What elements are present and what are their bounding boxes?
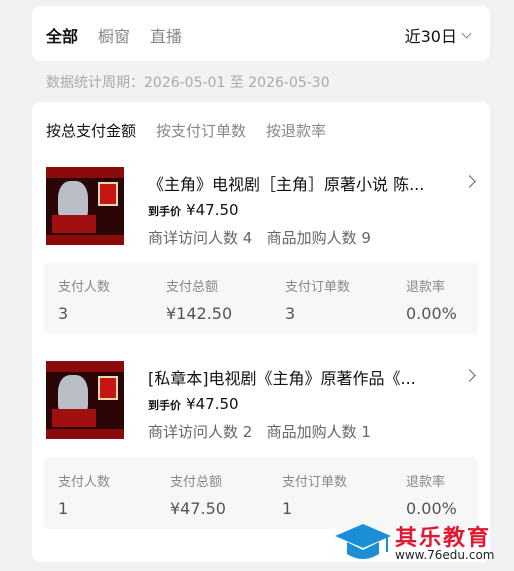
chevron-right-icon[interactable] [463, 175, 476, 188]
graduation-cap-icon [335, 524, 391, 559]
product-metrics: 商详访问人数 2 商品加购人数 1 [148, 421, 371, 442]
price-value: ¥47.50 [186, 395, 239, 413]
product-price: 到手价 ¥47.50 [148, 394, 239, 413]
sort-by-total-amount[interactable]: 按总支付金额 [46, 120, 136, 141]
sort-by-order-count[interactable]: 按支付订单数 [156, 120, 246, 141]
product-title: 《主角》电视剧［主角］原著小说 陈... [148, 175, 425, 194]
sort-by-refund-rate[interactable]: 按退款率 [266, 120, 326, 141]
price-value: ¥47.50 [186, 201, 239, 219]
chevron-right-icon[interactable] [463, 369, 476, 382]
stat-period: 数据统计周期：2026-05-01 至 2026-05-30 [46, 75, 330, 91]
stat-total-paid: 支付总额 ¥142.50 [166, 280, 233, 323]
product-thumbnail [46, 361, 124, 439]
tab-live[interactable]: 直播 [150, 23, 182, 47]
channel-tabs: 全部 橱窗 直播 [46, 23, 202, 47]
stat-payers: 支付人数 1 [58, 475, 111, 518]
sort-tabs: 按总支付金额 按支付订单数 按退款率 [46, 120, 346, 141]
date-range-label: 近30日 [404, 27, 457, 46]
stat-orders: 支付订单数 3 [285, 280, 351, 323]
tab-showcase[interactable]: 橱窗 [98, 23, 130, 47]
filter-card: 全部 橱窗 直播 近30日 [32, 6, 490, 61]
product-price: 到手价 ¥47.50 [148, 200, 239, 219]
product-ranking-card: 按总支付金额 按支付订单数 按退款率 《主角》电视剧［主角］原著小说 陈... … [32, 102, 490, 562]
stat-refund-rate: 退款率 0.00% [406, 475, 457, 518]
watermark-logo: 其乐教育 www.76edu.com [331, 518, 514, 568]
tab-all[interactable]: 全部 [46, 23, 78, 47]
watermark-url: www.76edu.com [395, 548, 495, 562]
date-range-dropdown[interactable]: 近30日 [404, 23, 472, 47]
price-label: 到手价 [148, 399, 181, 412]
stat-payers: 支付人数 3 [58, 280, 111, 323]
stat-total-paid: 支付总额 ¥47.50 [170, 475, 226, 518]
price-label: 到手价 [148, 205, 181, 218]
stat-orders: 支付订单数 1 [282, 475, 348, 518]
add-cart-users: 商品加购人数 9 [266, 229, 371, 247]
chevron-down-icon [461, 28, 472, 38]
product-metrics: 商详访问人数 4 商品加购人数 9 [148, 227, 371, 248]
detail-visitors: 商详访问人数 2 [148, 423, 253, 441]
add-cart-users: 商品加购人数 1 [266, 423, 371, 441]
product-stats: 支付人数 3 支付总额 ¥142.50 支付订单数 3 退款率 0.00% [44, 262, 478, 334]
detail-visitors: 商详访问人数 4 [148, 229, 253, 247]
product-title: [私章本]电视剧《主角》原著作品《... [148, 369, 416, 388]
product-thumbnail [46, 167, 124, 245]
stat-refund-rate: 退款率 0.00% [406, 280, 457, 323]
